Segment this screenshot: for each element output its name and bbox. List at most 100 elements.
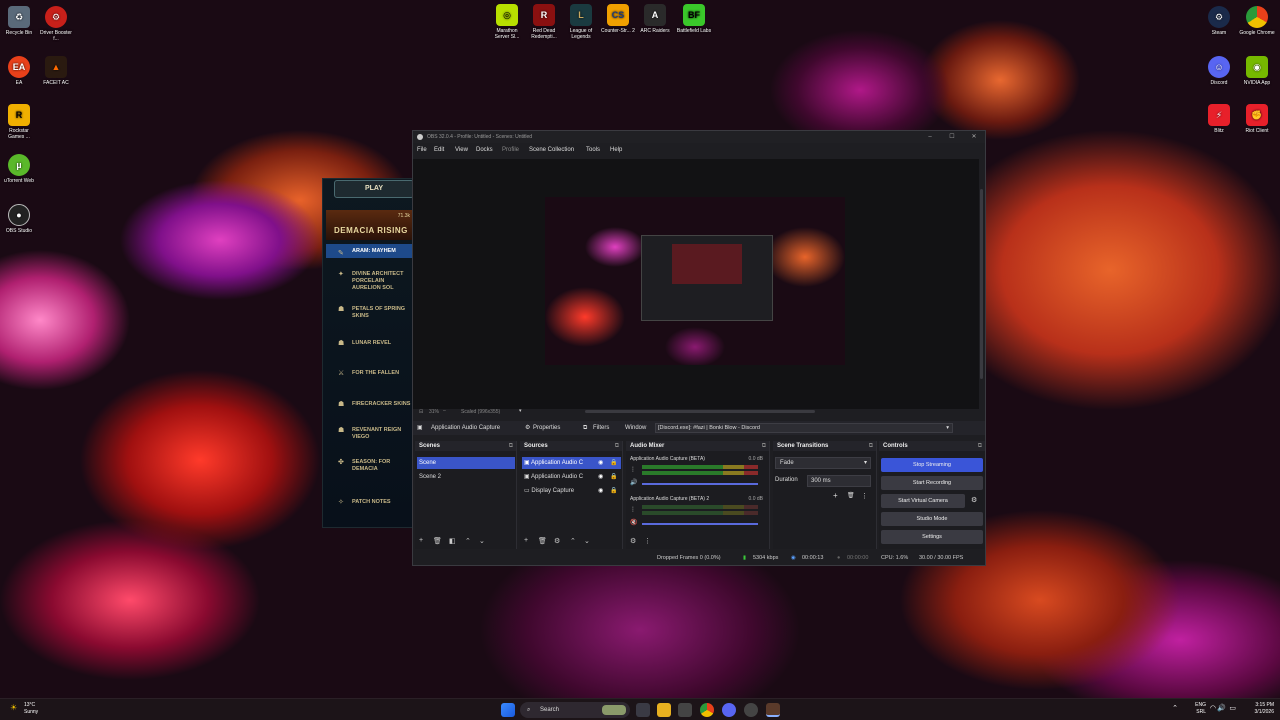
menu-profile[interactable]: Profile: [502, 147, 519, 153]
league-nav-item[interactable]: ✧ PATCH NOTES: [326, 499, 414, 506]
battery-icon[interactable]: ▭: [1229, 705, 1236, 712]
desktop-icon-riot[interactable]: ✊ Riot Client: [1239, 104, 1275, 134]
weather-widget[interactable]: ☀ 13°C Sunny: [10, 702, 38, 716]
preview-vertical-scrollbar[interactable]: [980, 189, 983, 379]
add-icon[interactable]: +: [419, 537, 423, 544]
league-banner[interactable]: 71.3k DEMACIA RISING: [326, 210, 414, 240]
window-select[interactable]: [Discord.exe]: #fazi | Bonki Blow - Disc…: [655, 423, 953, 433]
properties-button[interactable]: Properties: [533, 421, 560, 435]
gear-icon[interactable]: ⚙: [971, 496, 977, 504]
desktop-icon-cs2[interactable]: CS Counter-Str... 2: [600, 4, 636, 34]
taskbar-search[interactable]: ⌕ Search: [520, 702, 630, 718]
trash-icon[interactable]: 🗑: [433, 537, 442, 545]
lock-icon[interactable]: 🔒: [610, 459, 617, 466]
desktop-icon-lol[interactable]: L League of Legends: [563, 4, 599, 40]
store-icon[interactable]: [678, 703, 692, 717]
desktop-icon-driver-booster[interactable]: ⚙ Driver Booster f...: [38, 6, 74, 42]
chrome-taskbar-icon[interactable]: [700, 703, 714, 717]
desktop-icon-ea[interactable]: EA EA: [1, 56, 37, 86]
add-icon[interactable]: +: [833, 491, 838, 500]
more-options-icon[interactable]: ⋮: [861, 492, 868, 500]
desktop-icon-faceit[interactable]: ▲ FACEIT AC: [38, 56, 74, 86]
desktop-icon-arc[interactable]: A ARC Raiders: [637, 4, 673, 34]
speaker-icon[interactable]: 🔊: [630, 479, 637, 486]
desktop-icon-utorrent[interactable]: µ uTorrent Web: [1, 154, 37, 184]
menu-file[interactable]: File: [417, 147, 427, 153]
preview-horizontal-scrollbar[interactable]: [585, 410, 815, 413]
chevron-up-icon[interactable]: ⌃: [1172, 705, 1178, 712]
trash-icon[interactable]: 🗑: [847, 492, 855, 499]
chevron-down-icon[interactable]: ⌄: [584, 537, 590, 545]
obs-preview-canvas[interactable]: [545, 197, 845, 365]
desktop-icon-discord[interactable]: ☺ Discord: [1201, 56, 1237, 86]
file-explorer-icon[interactable]: [657, 703, 671, 717]
trash-icon[interactable]: 🗑: [538, 537, 547, 545]
obs-title-bar[interactable]: OBS 32.0.4 - Profile: Untitled - Scenes:…: [413, 131, 985, 143]
desktop-icon-rockstar[interactable]: R Rockstar Games ...: [1, 104, 37, 140]
chevron-up-icon[interactable]: ⌃: [465, 537, 471, 545]
source-item[interactable]: ▣ Application Audio C: [522, 457, 621, 469]
lock-icon[interactable]: 🔒: [610, 473, 617, 480]
start-button[interactable]: [501, 703, 515, 717]
minimize-icon[interactable]: –: [919, 131, 941, 143]
mixer-menu-icon[interactable]: ⋮: [630, 506, 636, 513]
clock[interactable]: 3:15 PM 3/1/2026: [1240, 702, 1274, 716]
desktop-icon-recycle-bin[interactable]: ♻ Recycle Bin: [1, 6, 37, 36]
chevron-up-icon[interactable]: ⌃: [570, 537, 576, 545]
zoom-out-icon[interactable]: –: [443, 408, 446, 414]
stop-streaming-button[interactable]: Stop Streaming: [881, 458, 983, 472]
menu-scene-collection[interactable]: Scene Collection: [529, 147, 574, 153]
eye-icon[interactable]: ◉: [598, 487, 603, 494]
league-play-button[interactable]: PLAY: [334, 180, 414, 198]
league-nav-item[interactable]: ☗ FIRECRACKER SKINS: [326, 401, 414, 408]
desktop-icon-blitz[interactable]: ⚡ Blitz: [1201, 104, 1237, 134]
volume-slider[interactable]: [642, 483, 758, 485]
menu-tools[interactable]: Tools: [586, 147, 600, 153]
start-recording-button[interactable]: Start Recording: [881, 476, 983, 490]
gear-icon[interactable]: ⚙: [630, 537, 636, 545]
eye-icon[interactable]: ◉: [598, 459, 603, 466]
dock-float-icon[interactable]: ⧉: [978, 441, 982, 451]
league-nav-item[interactable]: ☗ PETALS OF SPRING SKINS: [326, 306, 414, 320]
transition-select[interactable]: Fade ▾: [775, 457, 871, 469]
obs-taskbar-icon[interactable]: [744, 703, 758, 717]
desktop-icon-chrome[interactable]: Google Chrome: [1239, 6, 1275, 36]
scene-item[interactable]: Scene 2: [417, 471, 515, 483]
league-nav-item[interactable]: ☗ REVENANT REIGN VIEGO: [326, 427, 414, 441]
dock-float-icon[interactable]: ⧉: [509, 441, 513, 451]
dock-float-icon[interactable]: ⧉: [869, 441, 873, 451]
duration-input[interactable]: 300 ms: [807, 475, 871, 487]
league-nav-item[interactable]: ✤ SEASON: FOR DEMACIA: [326, 459, 414, 473]
league-nav-item[interactable]: ✎ ARAM: MAYHEM: [326, 244, 414, 258]
league-nav-item[interactable]: ☗ LUNAR REVEL: [326, 340, 414, 347]
menu-docks[interactable]: Docks: [476, 147, 493, 153]
scene-item[interactable]: Scene: [417, 457, 515, 469]
volume-icon[interactable]: 🔊: [1217, 705, 1226, 712]
menu-edit[interactable]: Edit: [434, 147, 444, 153]
lock-icon[interactable]: 🔒: [610, 487, 617, 494]
desktop-icon-obs[interactable]: ● OBS Studio: [1, 204, 37, 234]
volume-slider[interactable]: [642, 523, 758, 525]
settings-button[interactable]: Settings: [881, 530, 983, 544]
obs-preview-area[interactable]: [413, 159, 979, 409]
desktop-icon-battlefield[interactable]: BF Battlefield Labs: [676, 4, 712, 34]
desktop-icon-steam[interactable]: ⚙ Steam: [1201, 6, 1237, 36]
league-nav-item[interactable]: ✦ DIVINE ARCHITECT PORCELAIN AURELION SOL: [326, 271, 414, 292]
start-virtual-camera-button[interactable]: Start Virtual Camera: [881, 494, 965, 508]
league-nav-item[interactable]: ⚔ FOR THE FALLEN: [326, 370, 414, 377]
more-options-icon[interactable]: ⋮: [644, 537, 651, 545]
menu-help[interactable]: Help: [610, 147, 622, 153]
gear-icon[interactable]: ⚙: [554, 537, 560, 545]
menu-view[interactable]: View: [455, 147, 468, 153]
filters-button[interactable]: Filters: [593, 421, 609, 435]
wifi-icon[interactable]: ◠: [1210, 705, 1216, 712]
desktop-icon-nvidia[interactable]: ◉ NVIDIA App: [1239, 56, 1275, 86]
dock-float-icon[interactable]: ⧉: [615, 441, 619, 451]
language-indicator[interactable]: ENG SRL: [1182, 702, 1206, 716]
muted-speaker-icon[interactable]: 🔇: [630, 519, 637, 526]
chevron-down-icon[interactable]: ▾: [519, 408, 522, 414]
league-taskbar-icon[interactable]: [766, 703, 780, 717]
discord-taskbar-icon[interactable]: [722, 703, 736, 717]
eye-icon[interactable]: ◉: [598, 473, 603, 480]
studio-mode-button[interactable]: Studio Mode: [881, 512, 983, 526]
